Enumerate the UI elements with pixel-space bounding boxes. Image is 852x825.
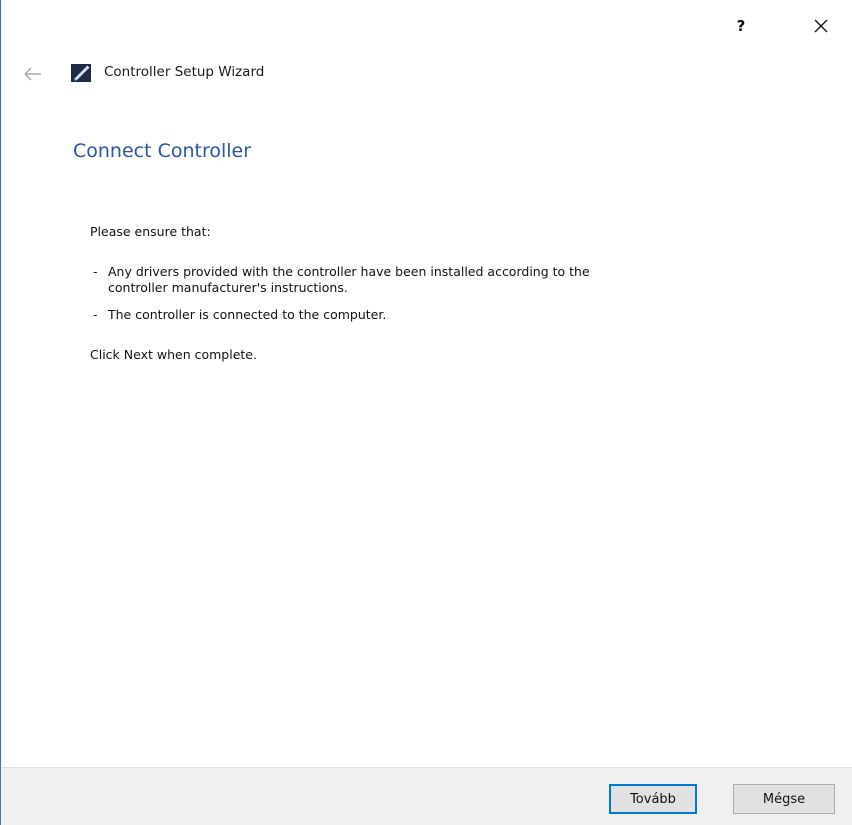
wizard-window: ? Controller Setup Wizard Connect Contro… bbox=[0, 0, 852, 825]
close-button[interactable] bbox=[801, 6, 841, 46]
list-item-line: controller manufacturer's instructions. bbox=[108, 280, 348, 295]
intro-text: Please ensure that: bbox=[90, 224, 211, 239]
list-item-line: Any drivers provided with the controller… bbox=[108, 264, 590, 279]
instructions: Please ensure that: - Any drivers provid… bbox=[90, 224, 790, 363]
bullet-dash: - bbox=[93, 307, 98, 322]
wizard-quill-icon bbox=[71, 64, 91, 82]
window-title: Controller Setup Wizard bbox=[104, 64, 265, 80]
list-item-line: The controller is connected to the compu… bbox=[108, 307, 387, 322]
instruction-list: - Any drivers provided with the controll… bbox=[90, 264, 790, 323]
next-button[interactable]: Tovább bbox=[609, 784, 697, 814]
closing-text: Click Next when complete. bbox=[90, 347, 257, 362]
back-arrow-icon bbox=[24, 67, 41, 81]
close-icon bbox=[814, 19, 828, 33]
cancel-button[interactable]: Mégse bbox=[733, 784, 835, 814]
bullet-dash: - bbox=[93, 264, 98, 279]
list-item: - Any drivers provided with the controll… bbox=[90, 264, 790, 296]
button-bar: Tovább Mégse bbox=[2, 767, 852, 825]
help-button[interactable]: ? bbox=[721, 6, 761, 46]
help-icon: ? bbox=[736, 17, 746, 35]
list-item: - The controller is connected to the com… bbox=[90, 307, 790, 323]
page-title: Connect Controller bbox=[73, 140, 252, 162]
wizard-header: Controller Setup Wizard bbox=[1, 56, 852, 92]
back-button[interactable] bbox=[21, 64, 45, 84]
